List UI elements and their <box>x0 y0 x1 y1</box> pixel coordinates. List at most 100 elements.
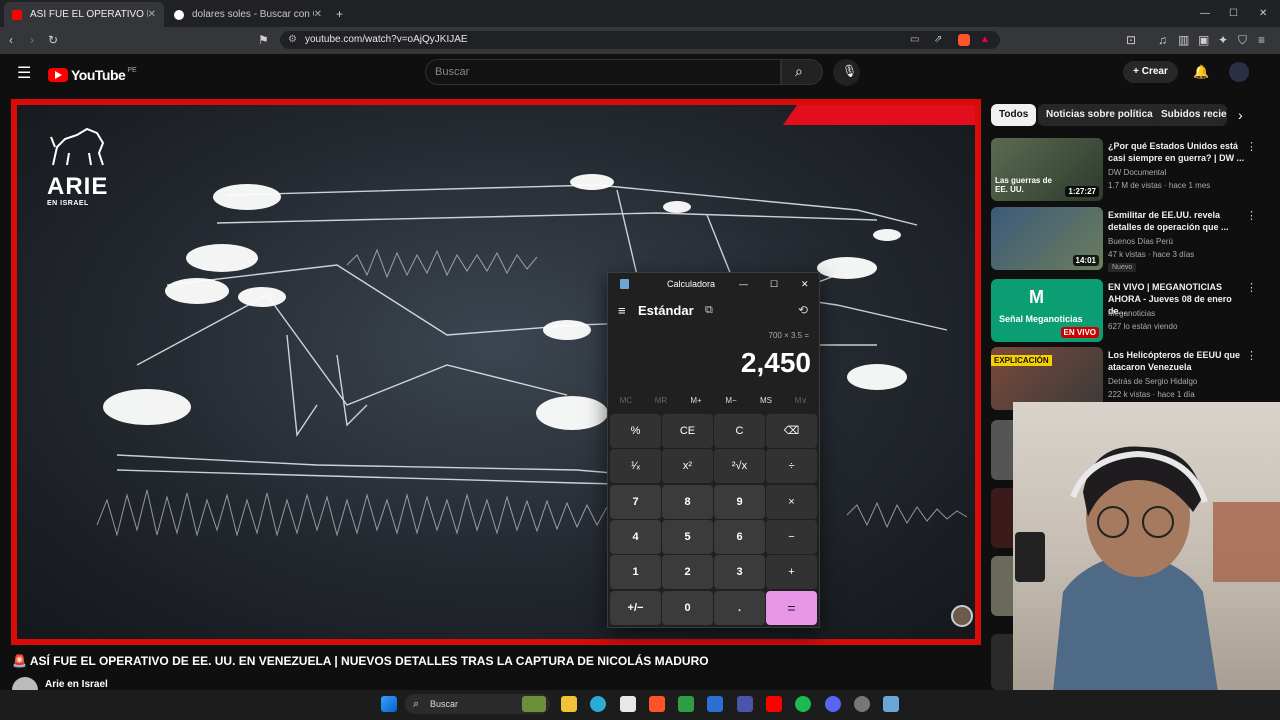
chip-todos[interactable]: Todos <box>991 104 1037 126</box>
add-button[interactable]: + <box>766 555 817 589</box>
chip-politics[interactable]: Noticias sobre política <box>1038 104 1161 126</box>
divide-button[interactable]: ÷ <box>766 449 817 483</box>
memory-subtract-button[interactable]: M− <box>716 396 746 405</box>
digit-2-button[interactable]: 2 <box>662 555 713 589</box>
digit-4-button[interactable]: 4 <box>610 520 661 554</box>
back-icon[interactable]: ‹ <box>9 33 13 47</box>
reload-icon[interactable]: ↻ <box>48 33 58 47</box>
subtract-button[interactable]: − <box>766 520 817 554</box>
digit-3-button[interactable]: 3 <box>714 555 765 589</box>
more-options-icon[interactable]: ⋮ <box>1246 209 1257 222</box>
youtube-search-input[interactable]: Buscar <box>425 59 781 85</box>
backspace-button[interactable]: ⌫ <box>766 414 817 448</box>
digit-6-button[interactable]: 6 <box>714 520 765 554</box>
new-tab-button[interactable]: + <box>336 7 343 21</box>
voice-search-button[interactable]: 🎙 <box>833 59 860 86</box>
keep-on-top-icon[interactable]: ⧉ <box>705 304 713 317</box>
recommendation-item[interactable]: 14:01 Exmilitar de EE.UU. revela detalle… <box>991 207 1261 272</box>
calculator-menu-icon[interactable]: ≡ <box>618 303 626 318</box>
video-thumbnail[interactable] <box>991 420 1013 480</box>
minimize-icon[interactable]: — <box>1200 7 1210 21</box>
brave-shields-icon[interactable] <box>958 34 970 46</box>
digit-7-button[interactable]: 7 <box>610 485 661 519</box>
brave-icon[interactable] <box>649 696 665 712</box>
rewards-icon[interactable]: ▲ <box>980 31 990 49</box>
create-button[interactable]: + Crear <box>1123 61 1178 83</box>
video-player[interactable]: ARIE EN ISRAEL <box>11 99 981 645</box>
browser-tab-google[interactable]: dolares soles - Buscar con Google ✕ <box>166 2 330 27</box>
close-window-icon[interactable]: ✕ <box>1259 7 1267 21</box>
more-options-icon[interactable]: ⋮ <box>1246 349 1257 362</box>
digit-0-button[interactable]: 0 <box>662 591 713 625</box>
calculator-taskbar-icon[interactable] <box>883 696 899 712</box>
memory-add-button[interactable]: M+ <box>681 396 711 405</box>
video-thumbnail[interactable] <box>991 556 1013 616</box>
vpn-icon[interactable]: ⛉ <box>1238 33 1247 47</box>
notifications-bell-icon[interactable]: 🔔 <box>1193 64 1209 80</box>
multiply-button[interactable]: × <box>766 485 817 519</box>
store-icon[interactable] <box>620 696 636 712</box>
discord-icon[interactable] <box>825 696 841 712</box>
digit-5-button[interactable]: 5 <box>662 520 713 554</box>
app-icon[interactable] <box>737 696 753 712</box>
minimize-icon[interactable]: — <box>739 273 748 295</box>
equals-button[interactable]: = <box>766 591 817 625</box>
chevron-right-icon[interactable]: › <box>1238 107 1243 123</box>
digit-9-button[interactable]: 9 <box>714 485 765 519</box>
memory-clear-button[interactable]: MC <box>611 396 641 405</box>
share-icon[interactable]: ⇗ <box>934 31 942 49</box>
square-root-button[interactable]: ²√x <box>714 449 765 483</box>
channel-name[interactable]: Arie en Israel <box>45 679 108 690</box>
close-icon[interactable]: ✕ <box>801 273 809 295</box>
spotify-icon[interactable] <box>795 696 811 712</box>
security-icon[interactable] <box>707 696 723 712</box>
more-options-icon[interactable]: ⋮ <box>1246 281 1257 294</box>
digit-1-button[interactable]: 1 <box>610 555 661 589</box>
maximize-icon[interactable]: ☐ <box>1229 7 1238 21</box>
xbox-icon[interactable] <box>678 696 694 712</box>
clear-entry-button[interactable]: CE <box>662 414 713 448</box>
file-explorer-icon[interactable] <box>561 696 577 712</box>
close-tab-icon[interactable]: ✕ <box>314 9 322 20</box>
more-options-icon[interactable]: ⋮ <box>1246 140 1257 153</box>
video-thumbnail[interactable] <box>991 488 1013 548</box>
edge-icon[interactable] <box>590 696 606 712</box>
youtube-icon[interactable] <box>766 696 782 712</box>
settings-icon[interactable] <box>854 696 870 712</box>
site-info-icon[interactable]: ⚙ <box>288 31 297 49</box>
menu-icon[interactable]: ≡ <box>1258 33 1265 47</box>
creator-avatar[interactable] <box>951 605 973 627</box>
negate-button[interactable]: +/− <box>610 591 661 625</box>
calculator-titlebar[interactable]: Calculadora — ☐ ✕ <box>608 273 819 295</box>
leo-icon[interactable]: ✦ <box>1218 33 1228 47</box>
youtube-logo[interactable]: YouTube PE <box>48 66 137 84</box>
memory-list-button[interactable]: M∨ <box>786 396 816 405</box>
wallet-icon[interactable]: ▣ <box>1198 33 1209 47</box>
hamburger-menu-icon[interactable]: ☰ <box>17 66 31 82</box>
video-thumbnail[interactable] <box>991 634 1013 690</box>
browser-tab-youtube[interactable]: ASÍ FUE EL OPERATIVO DE EE ✕ <box>4 2 164 27</box>
extensions-icon[interactable]: ⊡ <box>1126 33 1136 47</box>
search-button[interactable]: ⌕ <box>781 59 823 85</box>
bookmark-icon[interactable]: ⚑ <box>258 33 269 47</box>
decimal-button[interactable]: . <box>714 591 765 625</box>
close-tab-icon[interactable]: ✕ <box>148 9 156 20</box>
history-icon[interactable]: ⟲ <box>798 303 808 317</box>
sidebar-icon[interactable]: ▥ <box>1178 33 1189 47</box>
avatar[interactable] <box>1229 62 1249 82</box>
cast-icon[interactable]: ▭ <box>910 31 919 49</box>
forward-icon[interactable]: › <box>30 33 34 47</box>
recommendation-item[interactable]: Las guerras de EE. UU. 1:27:27 ¿Por qué … <box>991 138 1261 202</box>
memory-store-button[interactable]: MS <box>751 396 781 405</box>
square-button[interactable]: x² <box>662 449 713 483</box>
clear-button[interactable]: C <box>714 414 765 448</box>
address-bar[interactable]: ⚙ youtube.com/watch?v=oAjQyJKIJAE ▭ ⇗ ▲ <box>280 31 1000 49</box>
memory-recall-button[interactable]: MR <box>646 396 676 405</box>
digit-8-button[interactable]: 8 <box>662 485 713 519</box>
recommendation-item[interactable]: M Señal Meganoticias EN VIVO EN VIVO | M… <box>991 279 1261 343</box>
maximize-icon[interactable]: ☐ <box>770 273 778 295</box>
windows-start-icon[interactable] <box>381 696 397 712</box>
music-icon[interactable]: ♫ <box>1158 33 1167 47</box>
chip-recent[interactable]: Subidos recien <box>1153 104 1227 126</box>
taskbar-search[interactable]: ⌕ Buscar <box>405 694 550 714</box>
